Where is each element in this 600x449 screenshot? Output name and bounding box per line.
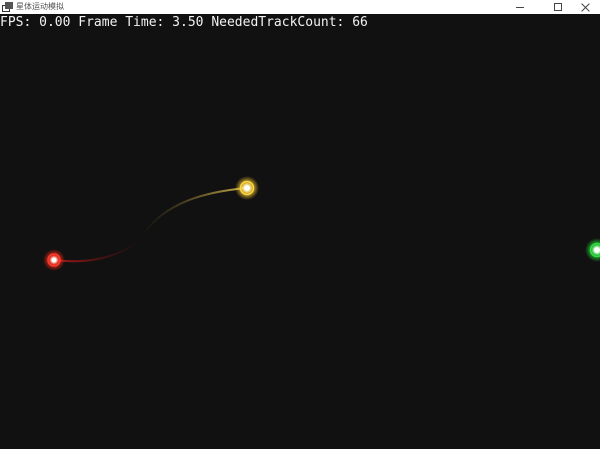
maximize-icon	[554, 3, 562, 11]
red-body-trail	[54, 235, 146, 263]
minimize-icon	[516, 6, 524, 8]
close-icon	[581, 3, 590, 12]
yellow-body	[235, 176, 259, 200]
app-window: 星体运动模拟 FPS: 0.00 Frame Time: 3.50 Needed…	[0, 0, 600, 449]
yellow-body-trail	[141, 187, 247, 237]
simulation-canvas[interactable]: FPS: 0.00 Frame Time: 3.50 NeededTrackCo…	[0, 14, 600, 449]
maximize-button[interactable]	[543, 0, 573, 14]
app-icon	[2, 2, 13, 12]
simulation-scene	[43, 176, 600, 271]
close-button[interactable]	[570, 0, 600, 14]
red-body	[43, 249, 65, 271]
title-bar[interactable]: 星体运动模拟	[0, 0, 600, 14]
window-title: 星体运动模拟	[16, 2, 64, 11]
green-body	[585, 238, 600, 262]
stats-overlay: FPS: 0.00 Frame Time: 3.50 NeededTrackCo…	[0, 15, 368, 30]
minimize-button[interactable]	[505, 0, 535, 14]
